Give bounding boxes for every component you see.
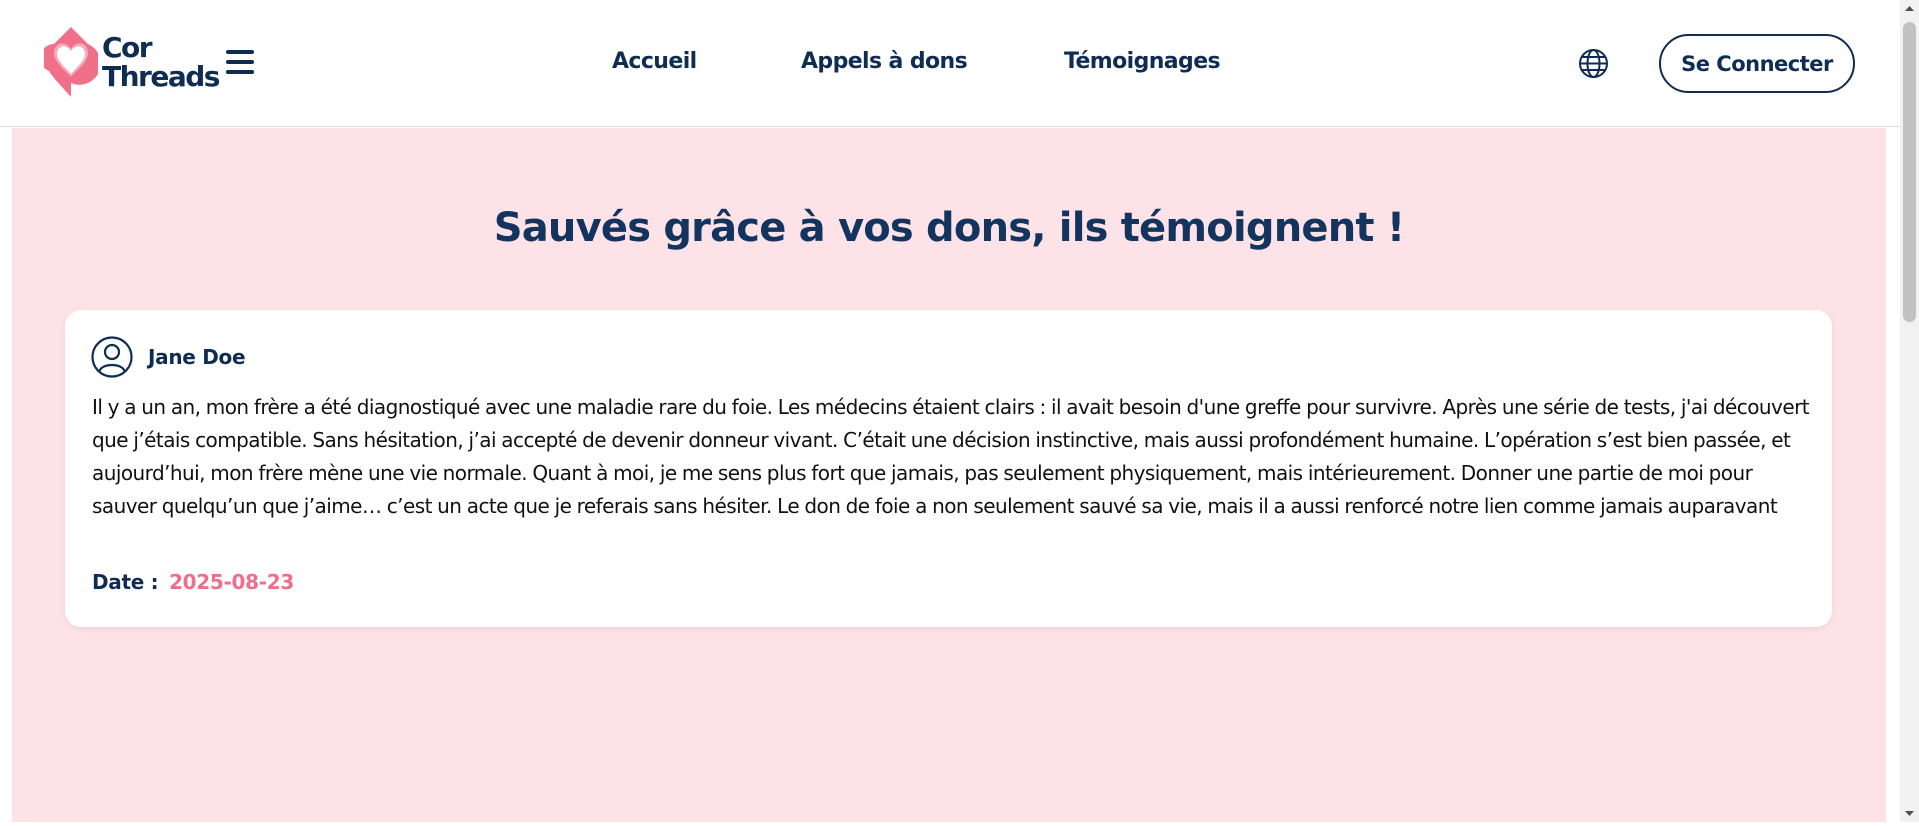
nav-link-temoignages[interactable]: Témoignages bbox=[1064, 49, 1221, 74]
testimonial-author: Jane Doe bbox=[91, 336, 246, 378]
user-circle-icon bbox=[91, 336, 133, 378]
globe-icon-graphic bbox=[1579, 49, 1608, 78]
page-title: Sauvés grâce à vos dons, ils témoignent … bbox=[493, 205, 1405, 251]
top-navbar: Cor Threads Accueil Appels à dons Témoig… bbox=[0, 0, 1900, 127]
triangle-up-glyph bbox=[1905, 6, 1914, 11]
login-button[interactable]: Se Connecter bbox=[1659, 34, 1855, 93]
scroll-down-arrow-icon[interactable] bbox=[1900, 805, 1919, 822]
date-label: Date : bbox=[92, 570, 159, 594]
scroll-up-arrow-icon[interactable] bbox=[1900, 0, 1919, 17]
author-name: Jane Doe bbox=[148, 345, 246, 369]
testimonial-date: Date : 2025-08-23 bbox=[92, 570, 294, 594]
vertical-scrollbar[interactable] bbox=[1900, 0, 1919, 822]
nav-link-appels-a-dons[interactable]: Appels à dons bbox=[801, 49, 968, 74]
globe-icon[interactable] bbox=[1578, 48, 1609, 79]
nav-link-accueil[interactable]: Accueil bbox=[612, 49, 697, 74]
triangle-down-glyph bbox=[1905, 811, 1914, 816]
scrollbar-thumb[interactable] bbox=[1903, 22, 1916, 322]
testimonials-section: Sauvés grâce à vos dons, ils témoignent … bbox=[12, 128, 1886, 822]
testimonial-card: Jane Doe Il y a un an, mon frère a été d… bbox=[65, 310, 1832, 627]
page: Cor Threads Accueil Appels à dons Témoig… bbox=[0, 0, 1900, 822]
date-value: 2025-08-23 bbox=[169, 570, 294, 594]
main-nav: Accueil Appels à dons Témoignages bbox=[0, 49, 1900, 79]
testimonial-text: Il y a un an, mon frère a été diagnostiq… bbox=[92, 395, 1810, 518]
